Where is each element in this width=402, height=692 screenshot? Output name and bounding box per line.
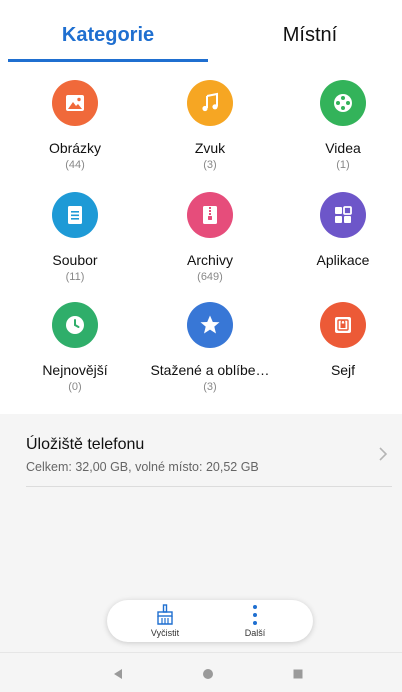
category-count: (0) [68, 381, 82, 393]
recent-apps-icon[interactable] [292, 667, 304, 685]
category-count: (11) [65, 271, 85, 283]
category-recent[interactable]: Nejnovější (0) [10, 302, 140, 393]
storage-title: Úložiště telefonu [26, 436, 145, 453]
image-icon [52, 80, 98, 126]
category-audio[interactable]: Zvuk (3) [145, 80, 275, 171]
clean-label: Vyčistit [150, 628, 180, 638]
category-label: Aplikace [316, 252, 370, 268]
film-reel-icon [320, 80, 366, 126]
category-safe[interactable]: Sejf [278, 302, 402, 381]
more-label: Další [244, 628, 266, 638]
tab-categories[interactable]: Kategorie [8, 20, 208, 50]
home-icon[interactable] [202, 667, 214, 685]
archive-zip-icon [187, 192, 233, 238]
broom-icon [125, 604, 205, 626]
category-count: (649) [197, 271, 223, 283]
category-archives[interactable]: Archivy (649) [145, 192, 275, 283]
tab-bar: Kategorie Místní [0, 0, 402, 62]
music-note-icon [187, 80, 233, 126]
category-images[interactable]: Obrázky (44) [10, 80, 140, 171]
category-count: (3) [203, 381, 217, 393]
category-grid: Obrázky (44) Zvuk (3) Videa (1) Soubor (… [0, 62, 402, 414]
category-label: Zvuk [194, 140, 226, 156]
more-button[interactable]: Další [215, 604, 295, 640]
category-count: (3) [203, 159, 217, 171]
bottom-action-bar: Vyčistit Další [107, 600, 313, 642]
system-navigation-bar [0, 652, 402, 692]
back-icon[interactable] [112, 667, 124, 685]
more-vertical-icon [215, 604, 295, 626]
category-files[interactable]: Soubor (11) [10, 192, 140, 283]
phone-storage-entry[interactable]: Úložiště telefonu Celkem: 32,00 GB, voln… [0, 414, 402, 594]
category-label: Soubor [52, 252, 98, 268]
safe-lock-icon [320, 302, 366, 348]
tab-local[interactable]: Místní [210, 20, 402, 50]
divider [26, 486, 392, 487]
category-count: (44) [65, 159, 85, 171]
category-downloads-favorites[interactable]: Stažené a oblíbe… (3) [145, 302, 275, 393]
category-label: Nejnovější [42, 362, 108, 378]
star-icon [187, 302, 233, 348]
category-label: Videa [325, 140, 361, 156]
category-videos[interactable]: Videa (1) [278, 80, 402, 171]
category-apps[interactable]: Aplikace [278, 192, 402, 271]
category-label: Obrázky [48, 140, 102, 156]
apps-grid-icon [320, 192, 366, 238]
category-label: Sejf [330, 362, 356, 378]
clean-button[interactable]: Vyčistit [125, 604, 205, 640]
category-label: Archivy [187, 252, 233, 268]
clock-icon [52, 302, 98, 348]
document-icon [52, 192, 98, 238]
chevron-right-icon [378, 447, 388, 466]
category-count: (1) [336, 159, 350, 171]
category-label: Stažené a oblíbe… [150, 362, 270, 378]
storage-details: Celkem: 32,00 GB, volné místo: 20,52 GB [26, 460, 259, 474]
